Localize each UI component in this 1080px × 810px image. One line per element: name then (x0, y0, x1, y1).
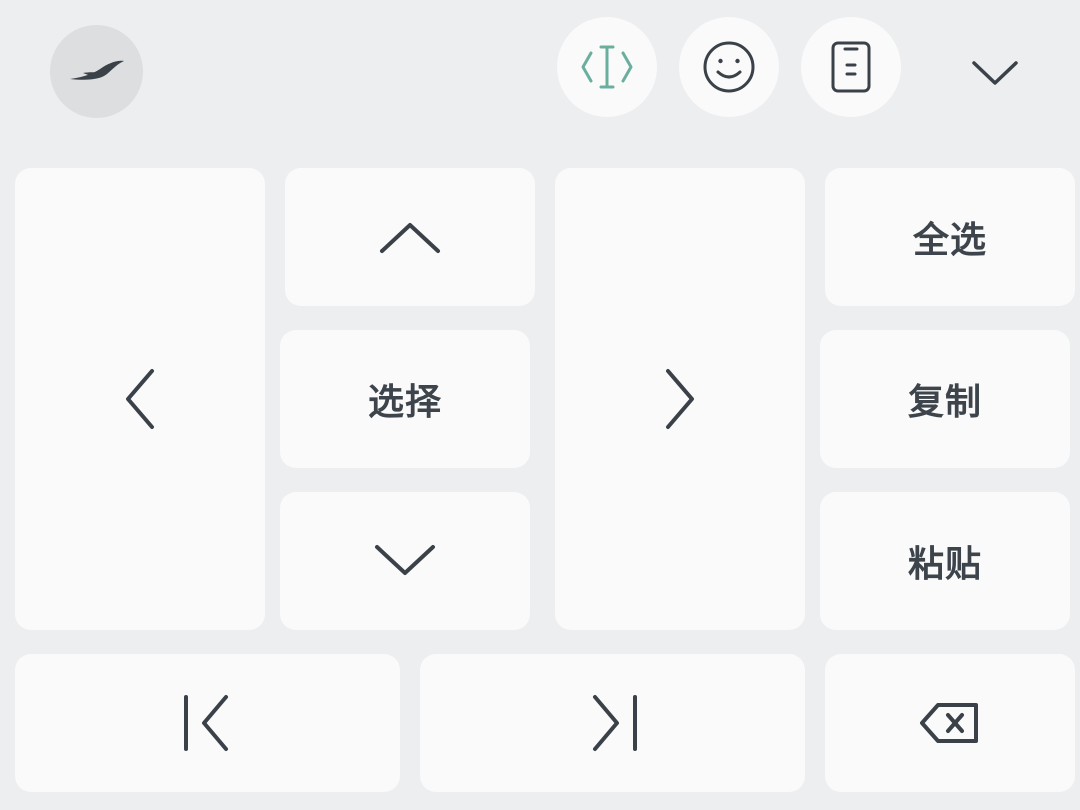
chevron-up-icon (378, 219, 442, 255)
smiley-face-icon (701, 39, 757, 95)
select-key-label: 选择 (367, 382, 442, 423)
chevron-left-icon (120, 367, 160, 431)
cursor-right-key[interactable] (555, 168, 805, 630)
select-key[interactable]: 选择 (280, 330, 530, 468)
line-start-icon (180, 693, 236, 753)
clipboard-button[interactable] (801, 17, 901, 117)
backspace-key[interactable] (825, 654, 1075, 792)
text-cursor-icon (579, 39, 635, 95)
chevron-right-icon (660, 367, 700, 431)
backspace-icon (918, 701, 982, 745)
chevron-down-icon (373, 543, 437, 579)
cursor-up-key[interactable] (285, 168, 535, 306)
select-all-key[interactable]: 全选 (825, 168, 1075, 306)
collapse-keyboard-button[interactable] (960, 40, 1030, 104)
cursor-down-key[interactable] (280, 492, 530, 630)
cursor-left-key[interactable] (15, 168, 265, 630)
app-logo-button[interactable] (50, 25, 143, 118)
chevron-down-icon (970, 57, 1020, 87)
paste-key[interactable]: 粘贴 (820, 492, 1070, 630)
copy-key-label: 复制 (907, 382, 982, 423)
toolbar (0, 0, 1080, 140)
clipboard-icon (823, 39, 879, 95)
cursor-mode-button[interactable] (557, 17, 657, 117)
line-end-icon (585, 693, 641, 753)
copy-key[interactable]: 复制 (820, 330, 1070, 468)
swift-bird-logo-icon (67, 57, 127, 87)
paste-key-label: 粘贴 (907, 544, 982, 585)
emoji-button[interactable] (679, 17, 779, 117)
line-start-key[interactable] (15, 654, 400, 792)
select-all-key-label: 全选 (912, 220, 987, 261)
line-end-key[interactable] (420, 654, 805, 792)
